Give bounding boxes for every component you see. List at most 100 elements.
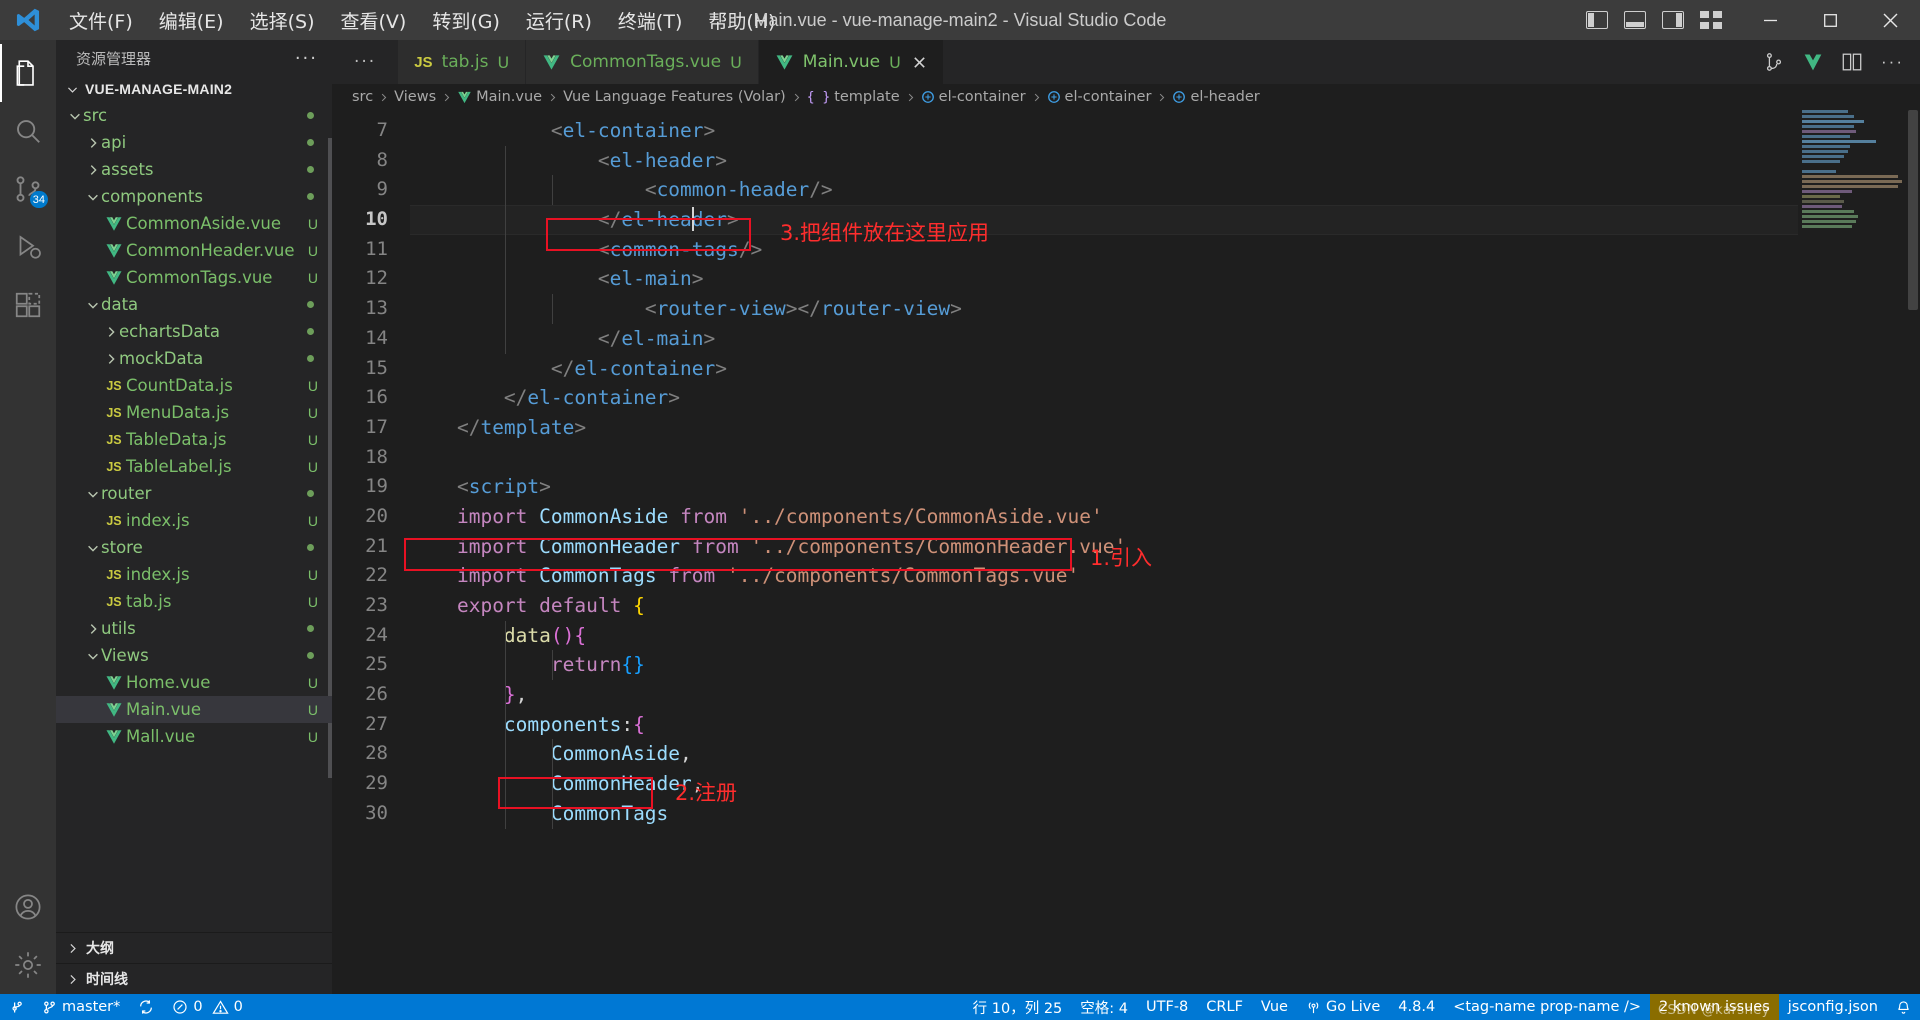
tree-item-data[interactable]: data bbox=[56, 291, 332, 318]
code-line[interactable]: <common-tags/> bbox=[410, 234, 1920, 265]
activity-run-debug[interactable] bbox=[0, 218, 56, 276]
status-branch[interactable]: master* bbox=[33, 994, 129, 1020]
tree-item-assets[interactable]: assets bbox=[56, 156, 332, 183]
tree-item-commonaside-vue[interactable]: CommonAside.vue U bbox=[56, 210, 332, 237]
code-line[interactable]: CommonTags bbox=[410, 798, 1920, 829]
breadcrumb-item-vue-language-features-volar-[interactable]: Vue Language Features (Volar) bbox=[563, 89, 786, 105]
editor-tabs[interactable]: ··· JS tab.js U CommonTags.vue U Main.vue U bbox=[332, 40, 1920, 84]
tree-item-commontags-vue[interactable]: CommonTags.vue U bbox=[56, 264, 332, 291]
chevron-down-icon[interactable] bbox=[84, 541, 101, 555]
status-cursor-position[interactable]: 行 10，列 25 bbox=[964, 994, 1072, 1020]
vue-run-icon[interactable] bbox=[1803, 52, 1823, 72]
tree-item-api[interactable]: api bbox=[56, 129, 332, 156]
activity-accounts[interactable] bbox=[0, 878, 56, 936]
menu-edit[interactable]: 编辑(E) bbox=[146, 3, 237, 38]
tree-item-tablelabel-js[interactable]: JS TableLabel.js U bbox=[56, 453, 332, 480]
menu-view[interactable]: 查看(V) bbox=[328, 3, 420, 38]
chevron-right-icon[interactable] bbox=[84, 136, 101, 150]
code-line[interactable]: </el-header> bbox=[410, 205, 1920, 235]
code-content[interactable]: <el-container> <el-header> <common-heade… bbox=[410, 110, 1920, 994]
status-language-mode[interactable]: Vue bbox=[1252, 994, 1297, 1020]
tree-item-main-vue[interactable]: Main.vue U bbox=[56, 696, 332, 723]
breadcrumb[interactable]: src Views Main.vue Vue Language Features (V… bbox=[332, 84, 1920, 110]
breadcrumb-item-el-header[interactable]: el-header bbox=[1172, 89, 1260, 105]
chevron-down-icon[interactable] bbox=[84, 298, 101, 312]
menu-go[interactable]: 转到(G) bbox=[419, 3, 513, 38]
code-line[interactable]: import CommonAside from '../components/C… bbox=[410, 502, 1920, 532]
tree-item-utils[interactable]: utils bbox=[56, 615, 332, 642]
tree-item-index-js[interactable]: JS index.js U bbox=[56, 561, 332, 588]
toggle-panel-icon[interactable] bbox=[1624, 11, 1646, 29]
tree-item-commonheader-vue[interactable]: CommonHeader.vue U bbox=[56, 237, 332, 264]
tree-item-views[interactable]: Views bbox=[56, 642, 332, 669]
open-changes-icon[interactable] bbox=[1841, 51, 1863, 73]
editor-tab-commontags-vue[interactable]: CommonTags.vue U bbox=[526, 40, 759, 84]
tree-item-router[interactable]: router bbox=[56, 480, 332, 507]
code-line[interactable]: return{} bbox=[410, 650, 1920, 681]
breadcrumb-item-template[interactable]: { } template bbox=[807, 89, 900, 105]
toggle-secondary-sidebar-icon[interactable] bbox=[1662, 11, 1684, 29]
editor-tab-tab-js[interactable]: JS tab.js U bbox=[398, 40, 527, 84]
chevron-right-icon[interactable] bbox=[102, 352, 119, 366]
activity-search[interactable] bbox=[0, 102, 56, 160]
tree-item-echartsdata[interactable]: echartsData bbox=[56, 318, 332, 345]
code-line[interactable]: import CommonHeader from '../components/… bbox=[410, 532, 1920, 562]
tabs-overflow-icon[interactable]: ··· bbox=[332, 40, 399, 84]
status-volar-version[interactable]: 4.8.4 bbox=[1389, 994, 1444, 1020]
chevron-down-icon[interactable] bbox=[84, 649, 101, 663]
tree-item-tabledata-js[interactable]: JS TableData.js U bbox=[56, 426, 332, 453]
status-errors[interactable]: 0 bbox=[163, 994, 211, 1020]
sidebar-more-actions-icon[interactable]: ··· bbox=[295, 48, 324, 69]
code-line[interactable]: import CommonTags from '../components/Co… bbox=[410, 561, 1920, 591]
breadcrumb-item-el-container[interactable]: el-container bbox=[1047, 89, 1151, 105]
tree-item-tab-js[interactable]: JS tab.js U bbox=[56, 588, 332, 615]
code-line[interactable]: <common-header/> bbox=[410, 175, 1920, 206]
close-button[interactable] bbox=[1860, 0, 1920, 40]
tree-item-components[interactable]: components bbox=[56, 183, 332, 210]
editor-scrollbar[interactable] bbox=[1906, 110, 1920, 994]
menu-file[interactable]: 文件(F) bbox=[56, 3, 146, 38]
minimap[interactable] bbox=[1798, 110, 1906, 994]
tree-item-mall-vue[interactable]: Mall.vue U bbox=[56, 723, 332, 750]
activity-manage-settings[interactable] bbox=[0, 936, 56, 994]
code-line[interactable]: </el-container> bbox=[410, 383, 1920, 413]
customize-layout-icon[interactable] bbox=[1700, 11, 1722, 29]
menu-selection[interactable]: 选择(S) bbox=[237, 3, 328, 38]
tree-item-menudata-js[interactable]: JS MenuData.js U bbox=[56, 399, 332, 426]
tree-item-store[interactable]: store bbox=[56, 534, 332, 561]
maximize-button[interactable] bbox=[1800, 0, 1860, 40]
code-line[interactable]: <el-header> bbox=[410, 145, 1920, 176]
code-line[interactable]: <el-container> bbox=[410, 116, 1920, 146]
activity-extensions[interactable] bbox=[0, 276, 56, 334]
tree-item-mockdata[interactable]: mockData bbox=[56, 345, 332, 372]
status-jsconfig[interactable]: jsconfig.json bbox=[1779, 994, 1887, 1020]
tree-item-src[interactable]: src bbox=[56, 102, 332, 129]
code-line[interactable]: <router-view></router-view> bbox=[410, 294, 1920, 324]
activity-source-control[interactable]: 34 bbox=[0, 160, 56, 218]
code-line[interactable]: CommonHeader, bbox=[410, 769, 1920, 799]
breadcrumb-item-main-vue[interactable]: Main.vue bbox=[457, 89, 542, 105]
status-sync-changes[interactable] bbox=[129, 994, 163, 1020]
file-tree[interactable]: src api assets components CommonAside.vue U Co… bbox=[56, 102, 332, 932]
editor-more-actions-icon[interactable]: ··· bbox=[1881, 52, 1904, 72]
status-tag-prop-hint[interactable]: <tag-name prop-name /> bbox=[1444, 994, 1650, 1020]
menu-run[interactable]: 运行(R) bbox=[513, 3, 605, 38]
code-line[interactable]: components:{ bbox=[410, 709, 1920, 740]
tree-item-index-js[interactable]: JS index.js U bbox=[56, 507, 332, 534]
chevron-down-icon[interactable] bbox=[84, 190, 101, 204]
menu-help[interactable]: 帮助(H) bbox=[695, 3, 788, 38]
code-line[interactable]: CommonAside, bbox=[410, 739, 1920, 770]
status-go-live[interactable]: Go Live bbox=[1297, 994, 1389, 1020]
close-icon[interactable] bbox=[912, 55, 927, 70]
chevron-down-icon[interactable] bbox=[84, 487, 101, 501]
code-line[interactable] bbox=[410, 443, 1920, 473]
editor-tab-main-vue[interactable]: Main.vue U bbox=[758, 40, 944, 84]
editor-actions[interactable]: ··· bbox=[1763, 40, 1920, 84]
tree-item-home-vue[interactable]: Home.vue U bbox=[56, 669, 332, 696]
chevron-down-icon[interactable] bbox=[66, 109, 83, 123]
breadcrumb-item-views[interactable]: Views bbox=[394, 89, 436, 105]
sidebar-section-outline[interactable]: 大纲 bbox=[56, 932, 332, 963]
split-editor-icon[interactable] bbox=[1763, 51, 1785, 73]
status-indentation[interactable]: 空格: 4 bbox=[1071, 994, 1137, 1020]
chevron-right-icon[interactable] bbox=[84, 622, 101, 636]
